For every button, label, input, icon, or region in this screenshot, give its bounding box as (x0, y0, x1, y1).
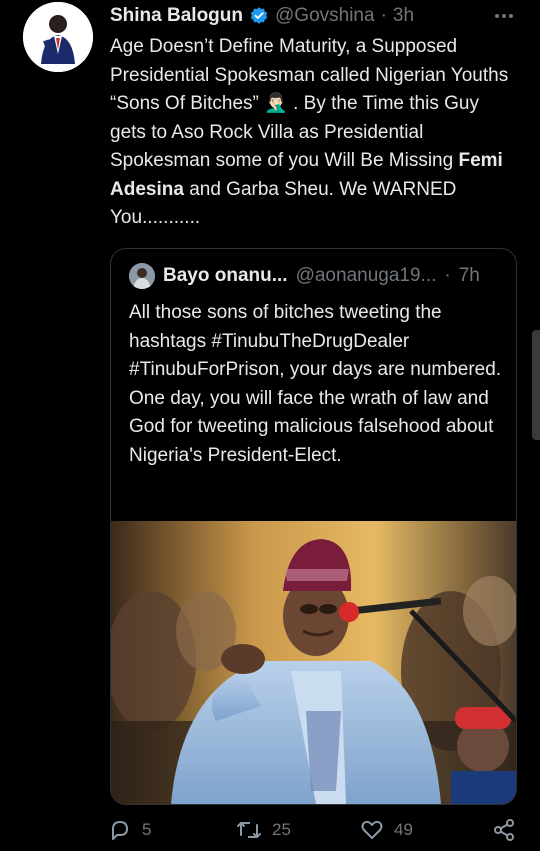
retweet-icon (236, 818, 262, 842)
tweet-text: Age Doesn’t Define Maturity, a Supposed … (110, 33, 520, 233)
reply-count: 5 (142, 820, 152, 839)
like-count: 49 (394, 820, 413, 839)
author-avatar[interactable] (23, 2, 93, 72)
quoted-author-handle[interactable]: @aonanuga19... (296, 265, 437, 287)
quoted-tweet-card[interactable]: Bayo onanu... @aonanuga19... · 7h All th… (110, 248, 517, 805)
heart-icon (360, 818, 384, 842)
quoted-tweet-header: Bayo onanu... @aonanuga19... · 7h (129, 263, 502, 289)
quoted-author-avatar[interactable] (129, 263, 155, 289)
like-button[interactable]: 49 (360, 818, 413, 842)
verified-badge-icon (249, 6, 269, 26)
scroll-indicator[interactable] (532, 330, 540, 440)
quoted-time-separator: · (444, 265, 451, 286)
quoted-author-name[interactable]: Bayo onanu... (163, 265, 288, 287)
more-dots-icon[interactable] (494, 7, 514, 25)
reply-button[interactable]: 5 (108, 818, 151, 842)
quoted-post-time[interactable]: 7h (459, 265, 480, 287)
retweet-count: 25 (272, 820, 291, 839)
quoted-tweet-photo[interactable] (111, 521, 516, 804)
tweet-text-part1: Age Doesn’t Define Maturity, a Supposed … (110, 36, 509, 171)
author-handle[interactable]: @Govshina (275, 5, 375, 27)
post-time[interactable]: 3h (393, 5, 414, 27)
tweet-actions: 5 25 49 (108, 818, 528, 848)
tweet-header: Shina Balogun @Govshina · 3h (110, 4, 510, 28)
author-name[interactable]: Shina Balogun (110, 5, 243, 27)
reply-icon (108, 818, 132, 842)
share-button[interactable] (492, 818, 516, 842)
time-separator: · (380, 5, 387, 26)
retweet-button[interactable]: 25 (236, 818, 291, 842)
quoted-tweet-text: All those sons of bitches tweeting the h… (129, 302, 502, 466)
share-icon (492, 818, 516, 842)
